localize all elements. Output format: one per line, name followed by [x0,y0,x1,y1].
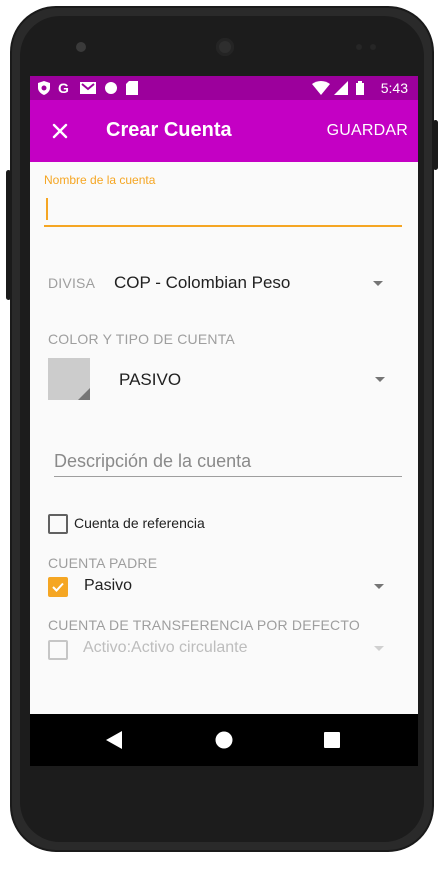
color-type-label: COLOR Y TIPO DE CUENTA [48,331,235,347]
close-icon[interactable] [46,117,74,145]
sensor-icon [356,44,362,50]
default-transfer-select[interactable]: Activo:Activo circulante [83,639,248,657]
account-name-input[interactable] [44,193,402,227]
check-icon [52,582,64,592]
account-name-label: Nombre de la cuenta [44,173,156,187]
reference-account-checkbox[interactable] [48,514,68,534]
navigation-bar [30,714,418,766]
account-type-dropdown-icon[interactable] [375,377,385,382]
app-screen: G 5:43 Crear Cuenta GUARDAR Nombre de la… [30,76,418,766]
volume-button [6,170,11,300]
status-bar: G 5:43 [30,76,418,100]
app-bar: Crear Cuenta GUARDAR [30,100,418,162]
parent-account-label: CUENTA PADRE [48,555,158,571]
save-button[interactable]: GUARDAR [327,122,408,140]
signal-icon [334,81,348,95]
currency-dropdown-icon[interactable] [373,281,383,286]
front-camera-icon [76,42,86,52]
swatch-corner-icon [78,388,90,400]
parent-account-dropdown-icon[interactable] [374,584,384,589]
default-transfer-checkbox[interactable] [48,640,68,660]
gmail-icon [80,82,96,94]
parent-account-checkbox[interactable] [48,577,68,597]
sd-card-icon [126,81,138,95]
recents-square-icon[interactable] [324,732,340,748]
default-transfer-label: CUENTA DE TRANSFERENCIA POR DEFECTO [48,617,360,633]
home-circle-icon[interactable] [215,731,233,749]
speaker-icon [216,38,234,56]
battery-icon [356,81,364,95]
account-type-select[interactable]: PASIVO [119,370,181,390]
page-title: Crear Cuenta [106,119,232,141]
power-button [433,120,438,170]
parent-account-select[interactable]: Pasivo [84,577,132,595]
reference-account-label[interactable]: Cuenta de referencia [74,515,205,531]
status-time: 5:43 [380,80,408,96]
color-swatch[interactable] [48,358,90,400]
google-icon: G [58,80,69,96]
sensor-icon [370,44,376,50]
shield-icon [38,81,50,95]
currency-label: DIVISA [48,275,96,291]
wifi-icon [312,81,330,95]
default-transfer-dropdown-icon[interactable] [374,646,384,651]
currency-select[interactable]: COP - Colombian Peso [114,273,290,293]
back-triangle-icon[interactable] [106,731,122,749]
circle-icon [105,82,117,94]
text-cursor [46,198,48,220]
description-input[interactable]: Descripción de la cuenta [54,446,402,477]
